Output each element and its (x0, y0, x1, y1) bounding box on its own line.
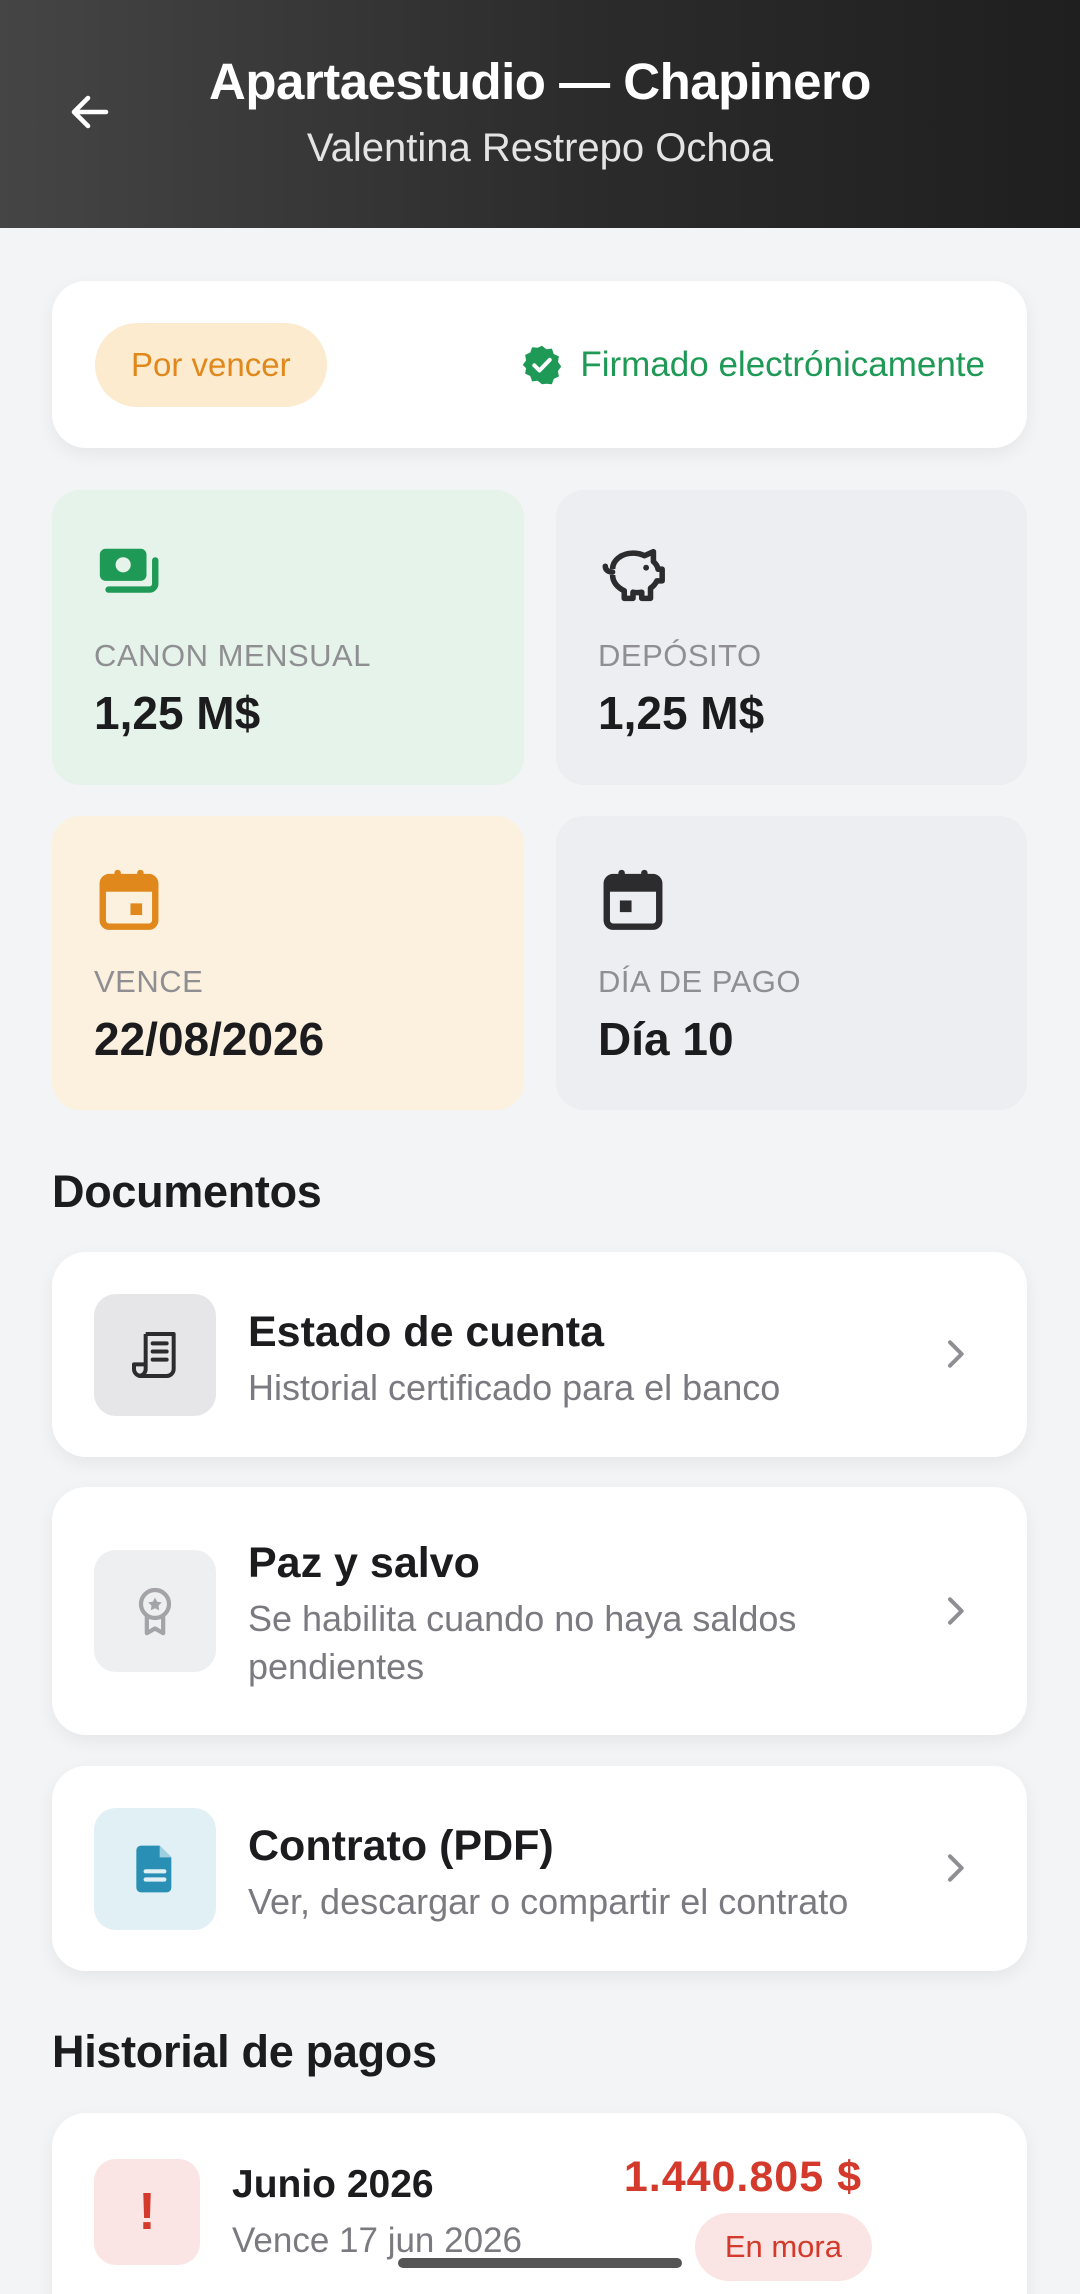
document-subtitle: Historial certificado para el banco (248, 1367, 781, 1408)
calendar-icon (99, 869, 159, 930)
calendar-icon (603, 869, 663, 930)
documents-section-title: Documentos (52, 1166, 322, 1217)
payment-day-value: Día 10 (598, 1013, 734, 1065)
document-icon-box (94, 1294, 216, 1416)
contract-status-card: Por vencer Firmado electrónicamente (52, 281, 1027, 448)
deposit-value: 1,25 M$ (598, 687, 765, 739)
tile-deposit: DEPÓSITO 1,25 M$ (556, 490, 1027, 785)
payment-status-badge: En mora (694, 2213, 872, 2281)
document-subtitle: Ver, descargar o compartir el contrato (248, 1881, 849, 1922)
document-clearance-certificate[interactable]: Paz y salvo Se habilita cuando no haya s… (52, 1487, 1027, 1735)
tile-expiration: VENCE 22/08/2026 (52, 816, 524, 1110)
payment-month: Junio 2026 (232, 2163, 434, 2206)
rent-value: 1,25 M$ (94, 687, 261, 739)
payment-day-label: DÍA DE PAGO (598, 964, 802, 999)
page-title: Apartaestudio — Chapinero (209, 53, 871, 110)
document-icon (136, 1845, 172, 1893)
app-header: Apartaestudio — Chapinero Valentina Rest… (0, 0, 1080, 228)
signature-status: Firmado electrónicamente (520, 281, 985, 448)
document-account-statement[interactable]: Estado de cuenta Historial certificado p… (52, 1252, 1027, 1457)
tile-payment-day: DÍA DE PAGO Día 10 (556, 816, 1027, 1110)
document-title: Contrato (PDF) (248, 1822, 554, 1870)
expiration-value: 22/08/2026 (94, 1013, 325, 1065)
status-badge: Por vencer (95, 323, 327, 407)
document-title: Estado de cuenta (248, 1308, 605, 1356)
award-ribbon-icon (138, 1587, 172, 1636)
tile-monthly-rent: CANON MENSUAL 1,25 M$ (52, 490, 524, 785)
money-icon (99, 548, 159, 593)
document-icon-box (94, 1808, 216, 1930)
receipt-icon (132, 1332, 176, 1378)
payment-due-date: Vence 17 jun 2026 (232, 2221, 522, 2260)
chevron-right-icon (948, 1340, 964, 1368)
home-indicator[interactable] (398, 2258, 682, 2268)
payments-section-title: Historial de pagos (52, 2026, 437, 2077)
chevron-right-icon (948, 1597, 964, 1625)
document-subtitle: Se habilita cuando no haya saldos pendie… (248, 1598, 797, 1687)
expiration-label: VENCE (94, 964, 204, 999)
document-contract-pdf[interactable]: Contrato (PDF) Ver, descargar o comparti… (52, 1766, 1027, 1971)
document-title: Paz y salvo (248, 1539, 480, 1587)
signed-label: Firmado electrónicamente (580, 344, 985, 384)
deposit-label: DEPÓSITO (598, 638, 762, 673)
verified-badge-icon (523, 345, 562, 384)
piggy-bank-icon (602, 548, 665, 602)
payment-amount: 1.440.805 $ (623, 2153, 862, 2201)
tenant-name: Valentina Restrepo Ochoa (306, 126, 774, 170)
exclamation-icon: ! (94, 2159, 200, 2265)
rent-label: CANON MENSUAL (94, 638, 371, 673)
document-icon-box (94, 1550, 216, 1672)
chevron-right-icon (948, 1854, 964, 1882)
